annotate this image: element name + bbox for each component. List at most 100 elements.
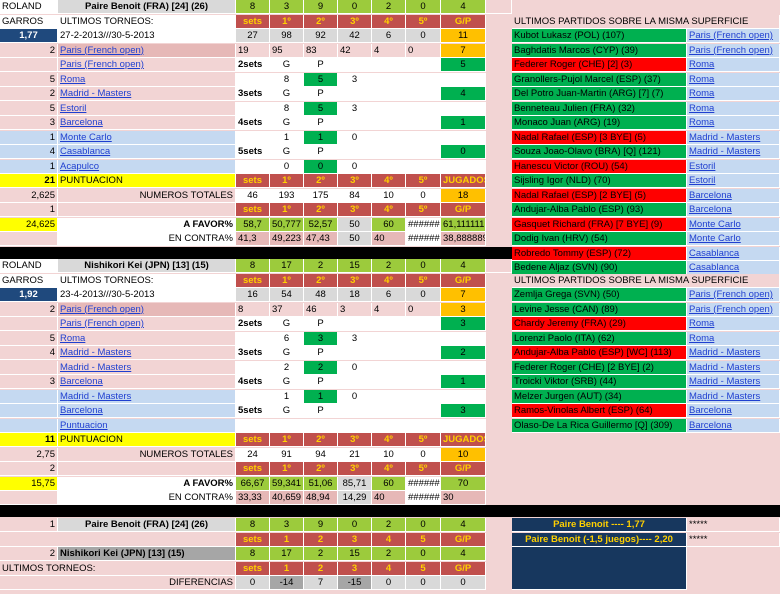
tot-0: 46 — [236, 188, 270, 203]
ultimos-label: ULTIMOS TORNEOS: — [58, 273, 236, 288]
tournament-link[interactable]: Paris (French open) — [58, 58, 236, 72]
match-tournament-link[interactable]: Madrid - Masters — [687, 389, 780, 404]
value-a — [338, 87, 372, 101]
tournament-link[interactable]: Barcelona — [58, 404, 236, 418]
tournament-link[interactable]: Barcelona — [58, 375, 236, 389]
tot-3: 84 — [338, 188, 372, 203]
odds-value: 1,77 — [0, 29, 58, 43]
games-won: G — [270, 375, 304, 389]
punt-hdr-6: JUGADOS — [441, 433, 486, 447]
con-0: 41,3 — [236, 232, 270, 246]
sum-r1-2: 9 — [304, 518, 338, 532]
top-stat-5: 0 — [406, 0, 441, 14]
games-lost: P — [304, 375, 338, 389]
blank — [372, 389, 441, 404]
tot-6: 10 — [441, 447, 486, 462]
tot-6: 18 — [441, 188, 486, 203]
fav-0: 58,7 — [236, 217, 270, 232]
match-tournament-link[interactable]: Roma — [687, 116, 780, 130]
tournament-link[interactable]: Paris (French open) — [58, 317, 236, 331]
r1-4: 6 — [372, 29, 406, 43]
match-tournament-link[interactable]: Barcelona — [687, 404, 780, 418]
punt-hdr-2: 2º — [304, 433, 338, 447]
value-a — [338, 404, 372, 418]
opponent: Andujar-Alba Pablo (ESP) (93) — [512, 203, 687, 217]
tournament-link[interactable]: Puntuacion — [58, 418, 236, 433]
fav-label: A FAVOR% — [58, 217, 236, 232]
r2-0: 19 — [236, 43, 270, 58]
tournament-link[interactable]: Madrid - Masters — [58, 360, 236, 375]
match-tournament-link[interactable]: Barcelona — [687, 203, 780, 217]
r2-2: 46 — [304, 302, 338, 317]
match-tournament-link[interactable]: Madrid - Masters — [687, 145, 780, 159]
match-tournament-link[interactable]: Estoril — [687, 174, 780, 188]
r1-2: 48 — [304, 288, 338, 302]
match-tournament-link[interactable]: Estoril — [687, 159, 780, 174]
match-tournament-link[interactable]: Roma — [687, 87, 780, 101]
blank — [372, 58, 441, 72]
r2-tournament-link[interactable]: Paris (French open) — [58, 302, 236, 317]
r2-tournament-link[interactable]: Paris (French open) — [58, 43, 236, 58]
match-tournament-link[interactable]: Roma — [687, 72, 780, 87]
match-tournament-link[interactable]: Paris (French open) — [687, 43, 780, 58]
match-tournament-link[interactable]: Paris (French open) — [687, 302, 780, 317]
match-tournament-link[interactable]: Barcelona — [687, 188, 780, 203]
games-won — [270, 418, 304, 433]
games-won: 6 — [270, 331, 304, 346]
tournament-link[interactable]: Madrid - Masters — [58, 389, 236, 404]
opponent: Gasquet Richard (FRA) [7 BYE] (9) — [512, 217, 687, 232]
sets-value — [441, 101, 486, 116]
top-stat-6: 4 — [441, 259, 486, 273]
punt-hdr-0: sets — [236, 174, 270, 188]
con-label: EN CONTRA% — [58, 232, 236, 246]
match-tournament-link[interactable]: Monte Carlo — [687, 217, 780, 232]
match-tournament-link[interactable]: Casablanca — [687, 246, 780, 261]
tournament-link[interactable]: Acapulco — [58, 159, 236, 174]
match-tournament-link[interactable]: Roma — [687, 331, 780, 346]
hdr-4: 4º — [372, 273, 406, 288]
tournament-link[interactable]: Madrid - Masters — [58, 87, 236, 101]
hdr-2: 2º — [304, 273, 338, 288]
tourn-count: 5 — [0, 331, 58, 346]
games-won: 2 — [270, 360, 304, 375]
venue-label: ROLAND — [0, 259, 58, 273]
match-tournament-link[interactable]: Paris (French open) — [687, 29, 780, 43]
sum-hdr-0: sets — [236, 532, 270, 547]
games-lost — [304, 418, 338, 433]
sum-hdr-3: 3 — [338, 532, 372, 547]
tournament-link[interactable]: Roma — [58, 72, 236, 87]
match-tournament-link[interactable]: Roma — [687, 101, 780, 116]
r2-6: 7 — [441, 43, 486, 58]
tournament-link[interactable]: Monte Carlo — [58, 130, 236, 145]
tournament-link[interactable]: Madrid - Masters — [58, 346, 236, 360]
tournament-link[interactable]: Roma — [58, 331, 236, 346]
games-lost: 0 — [304, 159, 338, 174]
match-tournament-link[interactable]: Madrid - Masters — [687, 346, 780, 360]
tot-3: 21 — [338, 447, 372, 462]
punt-hdr-5: 5º — [406, 433, 441, 447]
match-tournament-link[interactable]: Roma — [687, 58, 780, 72]
blank — [372, 404, 441, 418]
match-tournament-link[interactable]: Barcelona — [687, 418, 780, 433]
match-tournament-link[interactable]: Madrid - Masters — [687, 130, 780, 145]
match-tournament-link[interactable]: Madrid - Masters — [687, 375, 780, 389]
tournament-link[interactable]: Barcelona — [58, 116, 236, 130]
match-tournament-link[interactable]: Monte Carlo — [687, 232, 780, 246]
sets-label — [236, 331, 270, 346]
con-label: EN CONTRA% — [58, 491, 236, 505]
match-tournament-link[interactable]: Madrid - Masters — [687, 360, 780, 375]
sum-hdr-6: G/P — [441, 532, 486, 547]
con-1: 49,223 — [270, 232, 304, 246]
tourn-count — [0, 317, 58, 331]
match-tournament-link[interactable]: Roma — [687, 317, 780, 331]
blank — [372, 130, 441, 145]
r1-0: 27 — [236, 29, 270, 43]
opponent: Nadal Rafael (ESP) [3 BYE] (5) — [512, 130, 687, 145]
blank — [58, 203, 236, 217]
match-tournament-link[interactable]: Paris (French open) — [687, 288, 780, 302]
tournament-link[interactable]: Estoril — [58, 101, 236, 116]
top-stat-2: 9 — [304, 0, 338, 14]
tournament-link[interactable]: Casablanca — [58, 145, 236, 159]
opponent: Hanescu Victor (ROU) (54) — [512, 159, 687, 174]
sum-hdr-4: 4 — [372, 532, 406, 547]
